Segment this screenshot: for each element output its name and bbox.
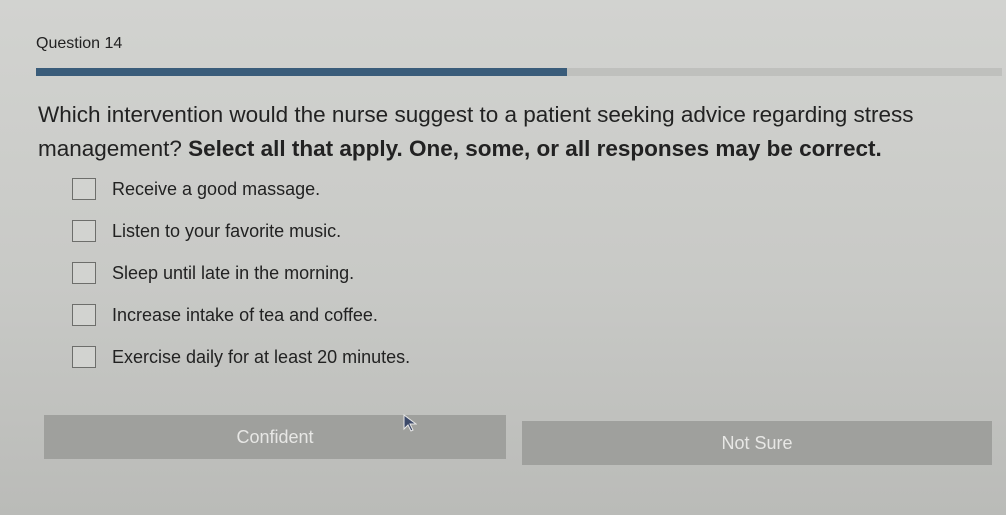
progress-bar-fill (36, 68, 568, 76)
quiz-page: Question 14 Which intervention would the… (0, 0, 1006, 515)
question-number: Question 14 (36, 35, 123, 52)
checkbox-icon[interactable] (72, 262, 96, 284)
answer-option-label: Increase intake of tea and coffee. (112, 304, 378, 325)
mouse-pointer-icon (403, 414, 417, 432)
checkbox-icon[interactable] (72, 304, 96, 326)
progress-bar (36, 68, 1002, 76)
answer-option-label: Listen to your favorite music. (112, 220, 342, 241)
confident-button[interactable]: Confident (44, 415, 506, 459)
answer-option[interactable]: Listen to your favorite music. (72, 210, 772, 252)
question-text: Which intervention would the nurse sugge… (38, 98, 988, 166)
answer-options: Receive a good massage. Listen to your f… (72, 168, 772, 378)
question-instruction: Select all that apply. One, some, or all… (188, 136, 882, 161)
answer-option[interactable]: Exercise daily for at least 20 minutes. (72, 336, 772, 378)
answer-option-label: Exercise daily for at least 20 minutes. (112, 346, 411, 367)
answer-option-label: Sleep until late in the morning. (112, 262, 355, 283)
checkbox-icon[interactable] (72, 220, 96, 242)
answer-option[interactable]: Increase intake of tea and coffee. (72, 294, 772, 336)
answer-option-label: Receive a good massage. (112, 178, 321, 199)
checkbox-icon[interactable] (72, 178, 96, 200)
not-sure-button[interactable]: Not Sure (522, 421, 992, 465)
answer-option[interactable]: Sleep until late in the morning. (72, 252, 772, 294)
checkbox-icon[interactable] (72, 346, 96, 368)
confidence-buttons: Confident Not Sure (44, 415, 992, 465)
answer-option[interactable]: Receive a good massage. (72, 168, 772, 210)
